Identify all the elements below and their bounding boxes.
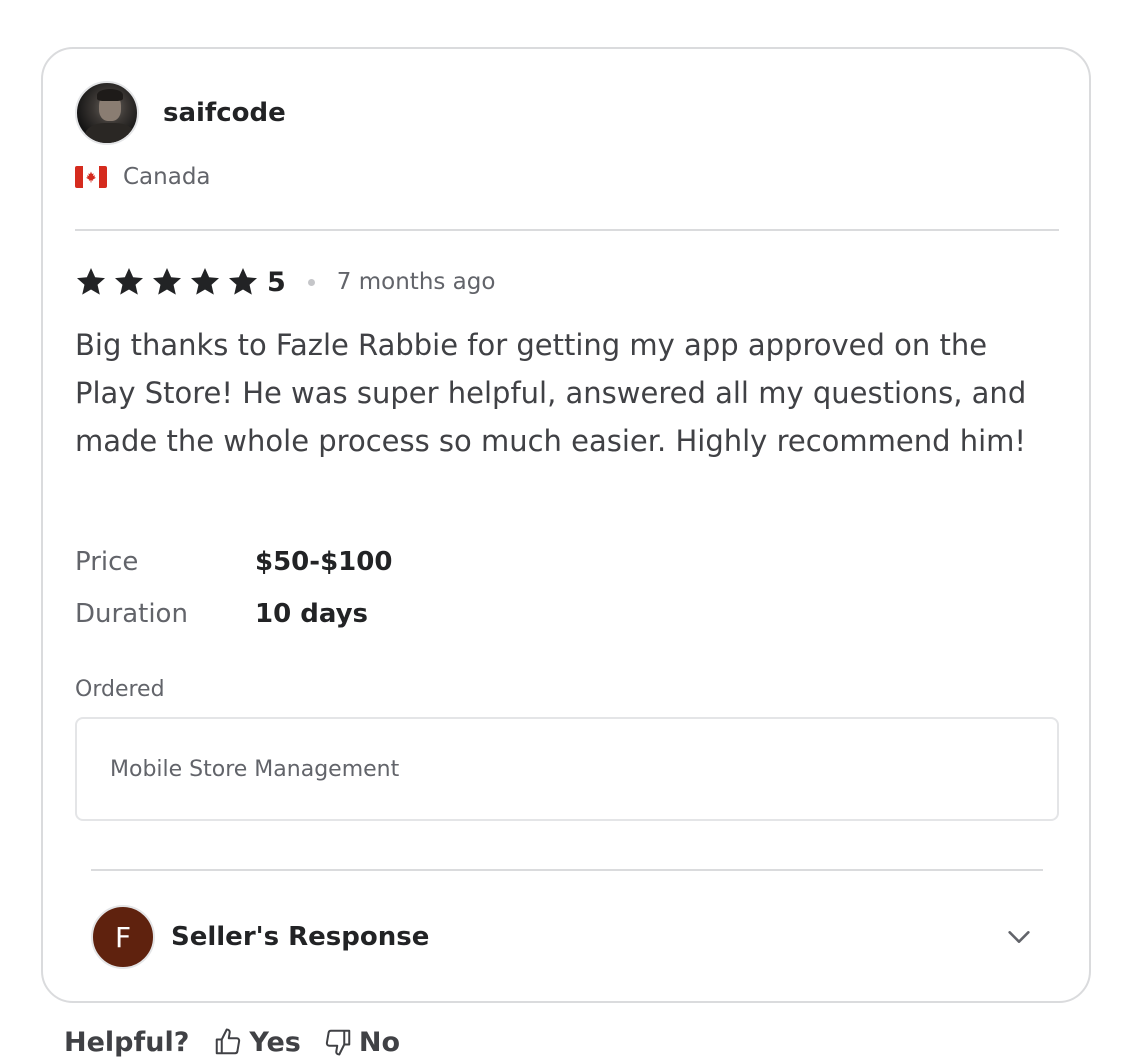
review-card: saifcode Canada 5 7 months ago Big thank… [41,47,1091,1003]
separator-dot [307,278,315,286]
reviewer-avatar[interactable] [75,81,139,145]
helpful-bar: Helpful? Yes No [64,1024,400,1060]
response-divider [91,869,1043,871]
reviewer-header: saifcode [75,81,286,145]
helpful-no-button[interactable]: No [323,1027,400,1058]
helpful-yes-label: Yes [249,1026,301,1058]
review-time: 7 months ago [336,269,496,295]
duration-value: 10 days [255,599,369,629]
star-icon [77,268,105,295]
duration-row: Duration 10 days [75,599,368,629]
canada-flag-icon [75,166,107,188]
seller-avatar: F [91,905,155,969]
country-name: Canada [123,164,211,190]
rating-score: 5 [267,266,286,298]
reviewer-username[interactable]: saifcode [163,98,286,128]
price-row: Price $50-$100 [75,547,392,577]
helpful-yes-button[interactable]: Yes [213,1026,301,1058]
star-rating [75,266,265,298]
rating-row: 5 7 months ago [75,264,495,300]
ordered-item[interactable]: Mobile Store Management [75,717,1059,821]
review-text: Big thanks to Fazle Rabbie for getting m… [75,328,1027,458]
ordered-label: Ordered [75,677,165,702]
chevron-down-icon[interactable] [1005,923,1033,951]
price-label: Price [75,547,139,577]
thumbs-down-icon [325,1029,351,1056]
star-icon [191,268,219,295]
thumbs-up-icon [216,1028,241,1055]
star-icon [229,268,257,295]
seller-response-label: Seller's Response [171,922,430,952]
header-divider [75,229,1059,231]
duration-label: Duration [75,599,188,629]
helpful-no-label: No [358,1026,401,1058]
star-icon [115,268,143,295]
reviewer-country: Canada [75,164,211,190]
price-value: $50-$100 [255,547,393,577]
ordered-item-name: Mobile Store Management [110,756,400,782]
helpful-label: Helpful? [64,1026,190,1058]
star-icon [153,268,181,295]
seller-response-toggle[interactable]: F Seller's Response [91,905,1043,969]
